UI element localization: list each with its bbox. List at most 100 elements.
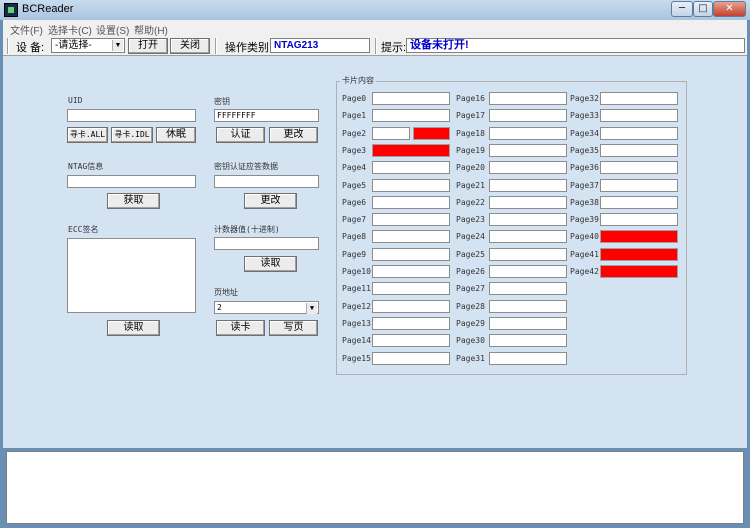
page-field[interactable] (600, 248, 678, 261)
page-field[interactable] (489, 265, 567, 278)
menu-select-card[interactable]: 选择卡(C) (48, 22, 92, 37)
page-label: Page13 (342, 319, 371, 328)
page-address-select[interactable]: 2 ▼ (214, 301, 319, 314)
page-field[interactable] (600, 265, 678, 278)
menu-file[interactable]: 文件(F) (10, 22, 43, 37)
page-field[interactable] (372, 213, 450, 226)
device-select-value: -请选择- (55, 40, 92, 51)
page-field[interactable] (489, 144, 567, 157)
page-field[interactable] (489, 300, 567, 313)
page-field[interactable] (372, 196, 450, 209)
log-output[interactable] (6, 451, 744, 524)
maximize-button[interactable]: □ (693, 1, 713, 17)
chevron-down-icon[interactable]: ▼ (112, 40, 123, 51)
page-field[interactable] (372, 265, 450, 278)
page-field[interactable] (600, 92, 678, 105)
ecc-signature-label: ECC签名 (68, 225, 99, 234)
page-field[interactable] (600, 144, 678, 157)
page-field[interactable] (600, 161, 678, 174)
page-label: Page8 (342, 232, 367, 241)
uid-field[interactable] (67, 109, 196, 122)
page-field[interactable] (372, 334, 450, 347)
page-label: Page36 (570, 163, 599, 172)
sleep-button[interactable]: 休眠 (156, 127, 196, 143)
page-field[interactable] (489, 179, 567, 192)
page-field[interactable] (372, 179, 450, 192)
page-label: Page9 (342, 250, 367, 259)
page-field[interactable] (372, 317, 450, 330)
page-label: Page7 (342, 215, 367, 224)
page-field[interactable] (372, 92, 450, 105)
page-field[interactable] (600, 230, 678, 243)
read-card-button[interactable]: 读卡 (216, 320, 265, 336)
page-field[interactable] (489, 282, 567, 295)
page-label: Page17 (456, 111, 485, 120)
page-field[interactable] (372, 248, 450, 261)
key-label: 密钥 (214, 97, 230, 106)
page-label: Page37 (570, 181, 599, 190)
page-field[interactable] (600, 179, 678, 192)
page-field[interactable] (600, 196, 678, 209)
page-label: Page35 (570, 146, 599, 155)
page-field[interactable] (489, 213, 567, 226)
page-label: Page16 (456, 94, 485, 103)
key-field[interactable]: FFFFFFFF (214, 109, 319, 122)
page-field[interactable] (372, 282, 450, 295)
page-field[interactable] (372, 161, 450, 174)
chevron-down-icon[interactable]: ▼ (306, 303, 317, 314)
page-label: Page33 (570, 111, 599, 120)
page-field[interactable] (489, 109, 567, 122)
page-field-highlight[interactable] (413, 127, 450, 140)
auth-response-field[interactable] (214, 175, 319, 188)
page-field[interactable] (372, 127, 410, 140)
page-label: Page24 (456, 232, 485, 241)
title-bar: BCReader ─ □ ✕ (0, 0, 750, 20)
page-field[interactable] (372, 300, 450, 313)
hint-value: 设备未打开! (406, 38, 745, 53)
page-label: Page14 (342, 336, 371, 345)
optype-value: NTAG213 (270, 38, 370, 53)
get-ntag-info-button[interactable]: 获取 (107, 193, 160, 209)
close-window-button[interactable]: ✕ (713, 1, 746, 17)
page-field[interactable] (489, 248, 567, 261)
menu-settings[interactable]: 设置(S) (96, 22, 129, 37)
page-field[interactable] (372, 230, 450, 243)
page-field[interactable] (489, 127, 567, 140)
close-button[interactable]: 关闭 (170, 38, 210, 54)
read-counter-button[interactable]: 读取 (244, 256, 297, 272)
counter-field[interactable] (214, 237, 319, 250)
auth-button[interactable]: 认证 (216, 127, 265, 143)
open-button[interactable]: 打开 (128, 38, 168, 54)
page-field[interactable] (489, 334, 567, 347)
change-key-button[interactable]: 更改 (269, 127, 318, 143)
page-field[interactable] (489, 352, 567, 365)
find-card-idl-button[interactable]: 寻卡.IDL (111, 127, 153, 143)
toolbar-separator (215, 38, 217, 54)
write-page-button[interactable]: 写页 (269, 320, 318, 336)
page-label: Page32 (570, 94, 599, 103)
ntag-info-field[interactable] (67, 175, 196, 188)
page-field[interactable] (372, 144, 450, 157)
find-card-all-button[interactable]: 寻卡.ALL (67, 127, 108, 143)
page-label: Page3 (342, 146, 367, 155)
page-label: Page25 (456, 250, 485, 259)
page-field[interactable] (489, 196, 567, 209)
minimize-button[interactable]: ─ (671, 1, 693, 17)
page-field[interactable] (600, 127, 678, 140)
menu-help[interactable]: 帮助(H) (134, 22, 168, 37)
auth-response-label: 密钥认证应答数据 (214, 162, 278, 171)
device-select[interactable]: -请选择- ▼ (51, 38, 125, 53)
page-field[interactable] (489, 161, 567, 174)
page-field[interactable] (489, 230, 567, 243)
ecc-signature-field[interactable] (67, 238, 196, 313)
read-ecc-button[interactable]: 读取 (107, 320, 160, 336)
page-field[interactable] (600, 213, 678, 226)
page-field[interactable] (372, 109, 450, 122)
page-field[interactable] (600, 109, 678, 122)
page-field[interactable] (372, 352, 450, 365)
page-field[interactable] (489, 92, 567, 105)
page-label: Page11 (342, 284, 371, 293)
page-label: Page21 (456, 181, 485, 190)
page-field[interactable] (489, 317, 567, 330)
change-auth-response-button[interactable]: 更改 (244, 193, 297, 209)
